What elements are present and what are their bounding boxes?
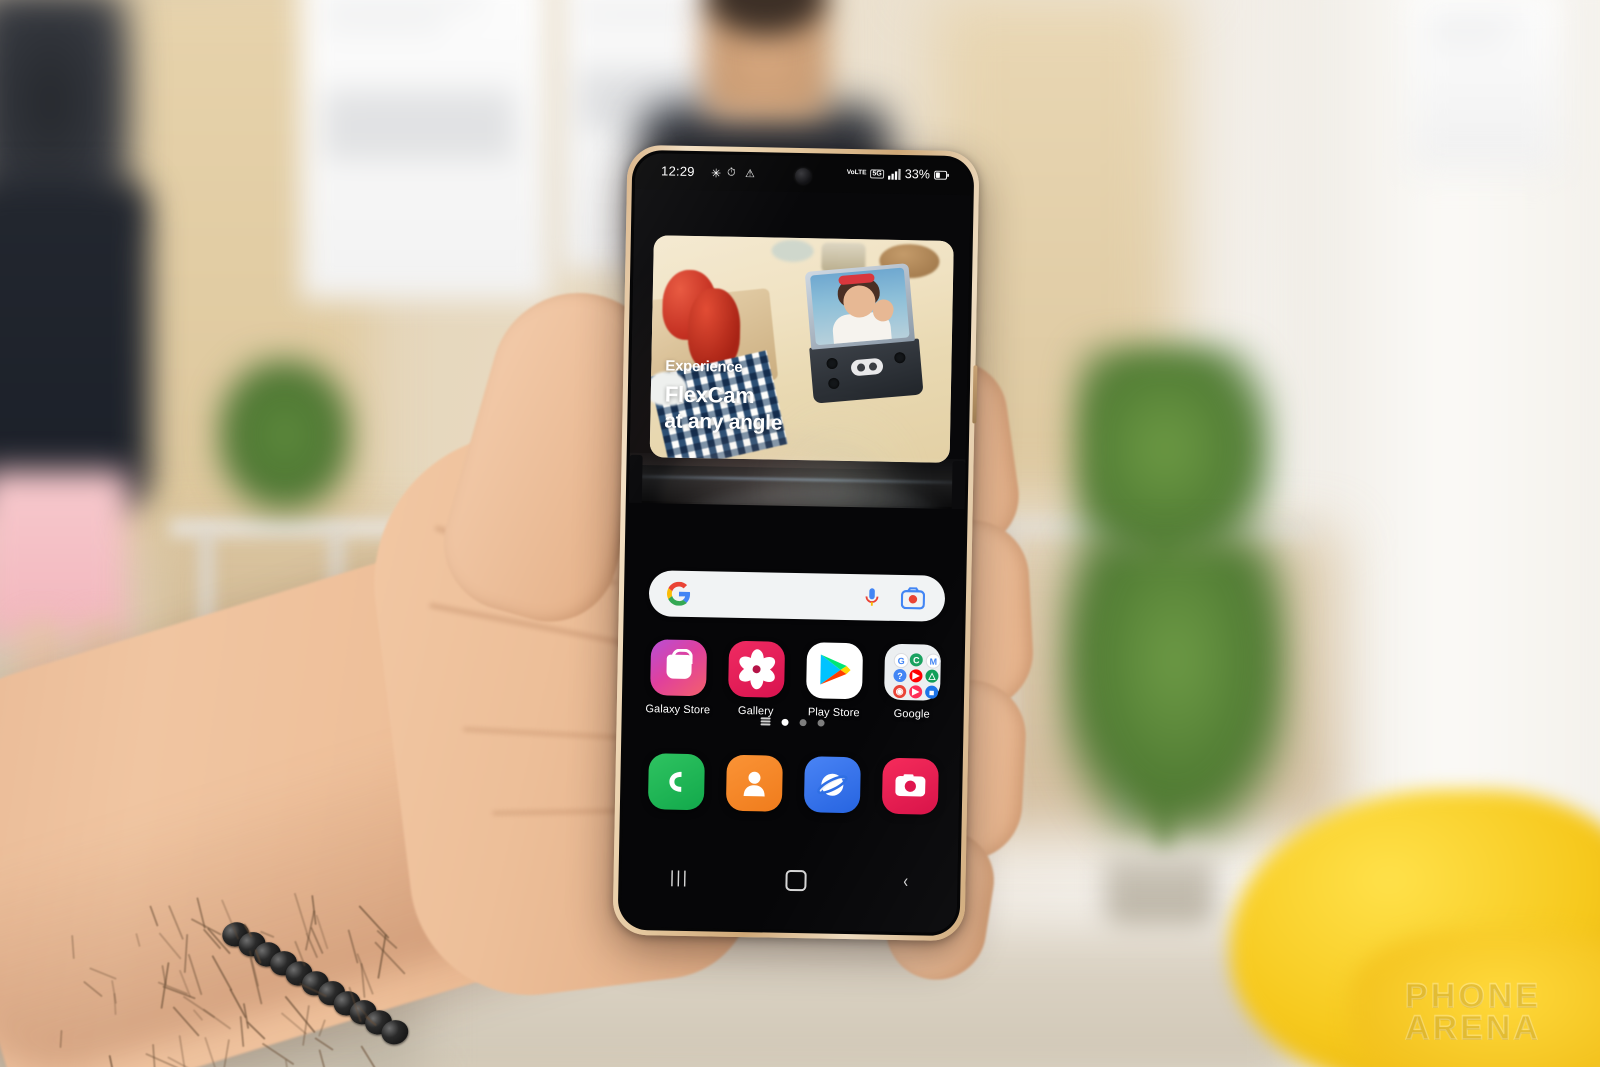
- widget-flip-camera-lens: [828, 377, 840, 389]
- navigation-bar: ||| ‹: [621, 855, 958, 905]
- warning-icon: ⚠: [745, 167, 755, 180]
- folder-mini-icon[interactable]: ?: [893, 669, 906, 682]
- recents-icon[interactable]: |||: [670, 868, 690, 888]
- scene-photo: 12:29 ✳ ⏱ ⚠ VoLTE 5G 33% Experience Flex…: [0, 0, 1600, 1067]
- battery-icon: [934, 170, 949, 179]
- camera-icon[interactable]: [882, 758, 939, 815]
- phone-screen[interactable]: 12:29 ✳ ⏱ ⚠ VoLTE 5G 33% Experience Flex…: [621, 153, 972, 933]
- widget-flip-cover-screen: [850, 358, 883, 377]
- volte-icon: VoLTE: [847, 170, 867, 176]
- folder-mini-icon[interactable]: C: [910, 653, 923, 666]
- front-camera-punch-hole: [795, 168, 811, 184]
- widget-flip-camera-lens: [826, 358, 838, 370]
- widget-flip-dot: [869, 362, 878, 371]
- watermark-line-2: ARENA: [1368, 1012, 1578, 1045]
- home-icon[interactable]: [785, 869, 806, 890]
- poster-left: [300, 0, 550, 300]
- background-person-skirt: [0, 470, 130, 640]
- status-right-group: VoLTE 5G 33%: [847, 166, 950, 182]
- bluetooth-icon: ✳: [711, 166, 721, 180]
- signal-bars-icon: [888, 168, 901, 180]
- galaxy-store-icon[interactable]: [650, 639, 707, 696]
- phone-body: 12:29 ✳ ⏱ ⚠ VoLTE 5G 33% Experience Flex…: [618, 150, 975, 936]
- widget-dish: [771, 239, 813, 262]
- play-store-icon[interactable]: [806, 642, 863, 699]
- google-folder-icon[interactable]: G C M? ▶ △ ◉ ▶ ■: [884, 644, 941, 701]
- folder-mini-icon[interactable]: M: [926, 654, 941, 669]
- folder-mini-icon[interactable]: G: [894, 653, 909, 668]
- google-g-icon: [667, 582, 691, 606]
- plant-left: [215, 355, 355, 515]
- plant-right-lower: [1060, 540, 1290, 840]
- internet-icon[interactable]: [804, 756, 861, 813]
- google-search-bar[interactable]: [649, 570, 946, 622]
- plant-pot: [1105, 855, 1215, 930]
- widget-flip-dot: [857, 363, 866, 372]
- widget-flip-video-call: [810, 268, 910, 346]
- phonearena-watermark: PHONE ARENA: [1368, 980, 1578, 1045]
- widget-headline-2: FlexCam: [665, 381, 755, 409]
- watermark-line-1: PHONE: [1368, 980, 1578, 1013]
- poster-right: [1410, 0, 1560, 170]
- data-5g-icon: 5G: [870, 169, 884, 178]
- page-dot-active[interactable]: [781, 718, 788, 725]
- battery-percent: 33%: [905, 167, 931, 181]
- hinge-notch-left: [629, 455, 643, 507]
- folder-mini-icon[interactable]: ▶: [909, 685, 922, 698]
- bag-shape: [666, 655, 691, 679]
- alarm-icon: ⏱: [727, 167, 736, 180]
- widget-headline-1: Experience: [665, 357, 742, 375]
- widget-flip-phone-upper: [805, 263, 915, 350]
- app-gallery[interactable]: Gallery: [719, 641, 794, 718]
- upper-screen-half: Experience FlexCam at any angle: [629, 189, 970, 471]
- phone-icon[interactable]: [648, 753, 705, 810]
- widget-flip-camera-lens: [894, 352, 906, 364]
- app-google-folder[interactable]: G C M? ▶ △ ◉ ▶ ■ Google: [875, 644, 950, 721]
- folder-mini-icon[interactable]: ◉: [893, 685, 906, 698]
- app-galaxy-store[interactable]: Galaxy Store: [641, 639, 716, 716]
- back-icon[interactable]: ‹: [904, 871, 909, 893]
- folder-mini-icon[interactable]: ■: [925, 686, 938, 699]
- contacts-icon[interactable]: [726, 755, 783, 812]
- galaxy-z-flip-phone: 12:29 ✳ ⏱ ⚠ VoLTE 5G 33% Experience Flex…: [612, 145, 979, 942]
- home-pages-icon[interactable]: [760, 717, 770, 725]
- lower-screen-half: Galaxy Store Gallery Play Store G C M ? …: [621, 503, 965, 933]
- widget-flip-phone: [799, 262, 928, 402]
- dock: [637, 753, 950, 815]
- page-dot[interactable]: [799, 719, 806, 726]
- google-lens-icon[interactable]: [901, 587, 925, 609]
- background-person-top: [0, 180, 150, 510]
- app-play-store[interactable]: Play Store: [797, 642, 872, 719]
- app-row: Galaxy Store Gallery Play Store G C M ? …: [639, 639, 952, 721]
- microphone-icon[interactable]: [861, 585, 883, 609]
- folder-mini-icon[interactable]: ▶: [909, 669, 922, 682]
- hinge-notch-right: [952, 461, 966, 513]
- page-dot[interactable]: [817, 719, 824, 726]
- folder-mini-icon[interactable]: △: [925, 670, 938, 683]
- status-time: 12:29: [661, 163, 695, 179]
- gallery-icon[interactable]: [728, 641, 785, 698]
